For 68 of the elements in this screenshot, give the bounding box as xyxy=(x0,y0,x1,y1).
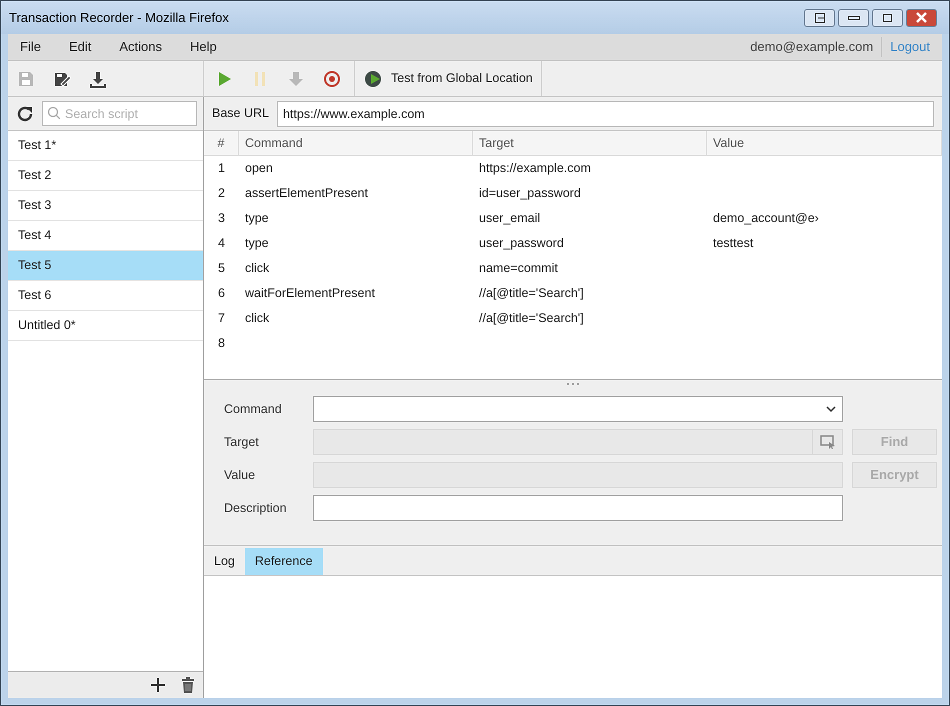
search-field[interactable]: Search script xyxy=(42,101,197,126)
chevron-down-icon xyxy=(826,405,836,413)
description-label: Description xyxy=(224,500,288,517)
window-title: Transaction Recorder - Mozilla Firefox xyxy=(9,8,229,27)
record-button[interactable] xyxy=(322,68,342,88)
table-cell-text: //a[@title='Search'] xyxy=(478,285,585,302)
down-arrow-icon xyxy=(287,70,305,88)
maximize-icon xyxy=(883,14,892,22)
minimize-icon xyxy=(848,16,860,20)
menu-item[interactable]: File xyxy=(16,37,45,57)
column-header[interactable]: # xyxy=(204,131,239,155)
search-icon xyxy=(47,106,61,120)
menu-item[interactable]: Edit xyxy=(64,37,96,57)
description-field[interactable] xyxy=(313,495,843,521)
row-number: 6 xyxy=(217,285,226,302)
close-button[interactable] xyxy=(906,8,937,26)
trash-icon xyxy=(179,676,197,694)
table-cell-text: assertElementPresent xyxy=(244,185,369,202)
table-cell-text: id=user_password xyxy=(478,185,582,202)
table-cell-text: demo_account@e› xyxy=(712,210,820,228)
tab[interactable]: Reference xyxy=(244,548,323,575)
table-cell-text: click xyxy=(244,260,270,278)
row-number: 2 xyxy=(217,185,226,202)
target-label: Target xyxy=(224,434,260,451)
table-cell-text: type xyxy=(244,235,270,252)
refresh-icon xyxy=(16,104,34,122)
table-cell-text: waitForElementPresent xyxy=(244,285,376,302)
record-icon xyxy=(323,70,341,88)
row-number: 1 xyxy=(217,160,226,178)
tab[interactable]: Log xyxy=(204,548,245,575)
table-cell-text: user_password xyxy=(478,235,565,252)
table-cell-text: name=commit xyxy=(478,260,559,278)
restore-icon xyxy=(814,12,824,22)
splitter-handle-icon[interactable] xyxy=(566,382,580,386)
table-cell-text: click xyxy=(244,310,270,328)
minimize-button[interactable] xyxy=(838,8,869,26)
add-button[interactable] xyxy=(149,676,167,694)
table-cell-text: open xyxy=(244,160,274,178)
row-number: 4 xyxy=(217,235,226,252)
table-cell-text: //a[@title='Search'] xyxy=(478,310,585,328)
table-cell-text: user_email xyxy=(478,210,542,228)
account-email: demo@example.com xyxy=(750,38,874,56)
command-label: Command xyxy=(224,400,283,418)
column-header[interactable]: Target xyxy=(473,131,707,155)
restore-button[interactable] xyxy=(804,8,835,26)
column-header[interactable]: Command xyxy=(239,131,473,155)
delete-button[interactable] xyxy=(179,676,197,694)
global-test-button[interactable]: Test from Global Location xyxy=(355,61,542,96)
table-cell-text: https://example.com xyxy=(478,160,592,178)
test-item[interactable]: Test 5 xyxy=(8,251,203,281)
row-number: 7 xyxy=(217,310,226,328)
row-number: 3 xyxy=(217,210,226,228)
menu-item[interactable]: Actions xyxy=(115,37,166,57)
table-cell-text: type xyxy=(244,210,270,228)
row-number: 5 xyxy=(217,260,226,278)
base-url-label: Base URL xyxy=(212,105,269,122)
globe-play-icon xyxy=(363,68,383,88)
maximize-button[interactable] xyxy=(872,8,903,26)
table-cell-text: testtest xyxy=(712,235,754,252)
close-icon xyxy=(916,12,927,23)
value-label: Value xyxy=(224,466,256,484)
cursor-box-icon xyxy=(820,435,836,449)
menu-item[interactable]: Help xyxy=(186,37,221,57)
row-number: 8 xyxy=(217,335,226,352)
base-url-field[interactable]: https://www.example.com xyxy=(276,100,934,126)
column-header[interactable]: Value xyxy=(707,131,942,155)
plus-icon xyxy=(149,676,167,694)
download-icon xyxy=(89,70,107,88)
